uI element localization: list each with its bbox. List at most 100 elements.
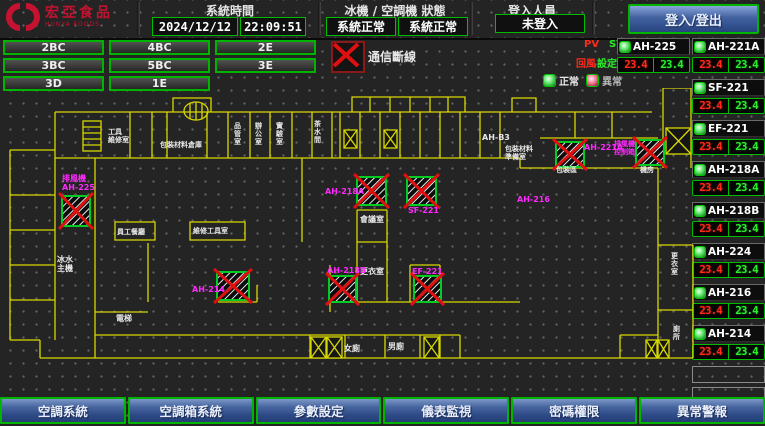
unit-status-lamp-icon [694, 328, 706, 340]
unit-pv-value: 23.4 [693, 140, 729, 154]
unit-button-ah-224[interactable]: AH-224 [692, 243, 765, 260]
floor-button-3bc[interactable]: 3BC [3, 58, 104, 73]
comm-fail-legend-icon [331, 41, 365, 73]
unit-values: 23.423.4 [692, 57, 765, 73]
shaft-x-icon [344, 130, 357, 148]
pv-column-label: PV [584, 39, 599, 50]
login-logout-button[interactable]: 登入/登出 [628, 4, 759, 34]
footer-button-5[interactable]: 密碼權限 [511, 397, 637, 424]
brand-name-en: HUNYA FOODS [45, 22, 113, 28]
shaft-x-icon [424, 337, 439, 358]
unit-sv-value: 23.4 [729, 304, 764, 318]
footer-button-1[interactable]: 空調系統 [0, 397, 126, 424]
comm-fail-marker[interactable] [633, 137, 667, 168]
comm-fail-marker[interactable] [411, 273, 444, 305]
stair-oval-icon [184, 102, 208, 120]
unit-name: AH-225 [633, 41, 676, 53]
unit-values: 23.423.4 [692, 262, 765, 278]
unit-name: AH-216 [708, 287, 751, 299]
comm-fail-marker[interactable] [326, 273, 359, 305]
unit-button-ah-216[interactable]: AH-216 [692, 284, 765, 301]
unit-values: 23.423.4 [692, 180, 765, 196]
normal-lamp-icon [543, 74, 556, 87]
unit-button-ah-218a[interactable]: AH-218A [692, 161, 765, 178]
unit-button-ah-218b[interactable]: AH-218B [692, 202, 765, 219]
unit-name: AH-218A [708, 164, 759, 176]
footer-button-4[interactable]: 儀表監視 [383, 397, 509, 424]
map-equipment-label: 排風機AH-225 [62, 173, 95, 192]
comm-fail-marker[interactable] [404, 174, 439, 208]
floor-button-2e[interactable]: 2E [215, 40, 316, 55]
header-separator [137, 2, 140, 35]
unit-button-ef-221[interactable]: EF-221 [692, 120, 765, 137]
pv-desc-label: 回風 [576, 55, 596, 70]
unit-name: SF-221 [708, 82, 749, 94]
header-separator [318, 2, 321, 35]
unit-status-lamp-icon [694, 205, 706, 217]
hmi-screen: 宏亞食品 HUNYA FOODS 系統時間 2024/12/12 22:09:5… [0, 0, 765, 426]
floor-button-4bc[interactable]: 4BC [109, 40, 210, 55]
unit-sv-value: 23.4 [729, 222, 764, 236]
unit-values: 23.423.4 [692, 303, 765, 319]
empty-unit-slot [692, 366, 765, 383]
abnormal-lamp-icon [586, 74, 599, 87]
unit-sv-value: 23.4 [729, 345, 764, 359]
unit-sv-value: 23.4 [729, 263, 764, 277]
unit-sv-value: 23.4 [729, 181, 764, 195]
unit-pv-value: 23.4 [693, 181, 729, 195]
unit-values: 23.423.4 [617, 57, 690, 73]
unit-slot-first: AH-225 23.423.4 [617, 38, 690, 79]
map-room-label: 冰水主機 [57, 254, 74, 273]
unit-status-lamp-icon [694, 287, 706, 299]
map-room-label: 品管室 [234, 121, 241, 146]
map-equipment-label: AH-214 [192, 285, 225, 294]
map-equipment-label: EF-221 [412, 267, 443, 276]
map-equipment-label: AH-218B [327, 266, 366, 275]
unit-sv-value: 23.4 [729, 140, 764, 154]
footer-button-6[interactable]: 異常警報 [639, 397, 765, 424]
unit-button-ah-225[interactable]: AH-225 [617, 38, 690, 55]
footer-button-2[interactable]: 空調箱系統 [128, 397, 254, 424]
unit-status-lamp-icon [694, 82, 706, 94]
shaft-x-icon [384, 130, 397, 148]
unit-sv-value: 23.4 [729, 58, 764, 72]
map-room-label: 電梯 [116, 313, 132, 323]
system-date-value: 2024/12/12 [152, 17, 238, 36]
unit-status-lamp-icon [694, 41, 706, 53]
hunya-logo-icon [5, 2, 41, 32]
unit-name: AH-214 [708, 328, 751, 340]
unit-pv-value: 23.4 [618, 58, 654, 72]
map-room-label: 機房 [640, 165, 654, 174]
company-logo: 宏亞食品 HUNYA FOODS [5, 2, 113, 32]
brand-name: 宏亞食品 [45, 6, 113, 20]
login-status-value: 未登入 [495, 14, 585, 33]
shaft-x-icon [646, 340, 657, 358]
floor-button-3e[interactable]: 3E [215, 58, 316, 73]
map-equipment-label: AH-216 [517, 195, 550, 204]
map-room-label: 更衣室 [671, 252, 679, 276]
unit-button-ah-214[interactable]: AH-214 [692, 325, 765, 342]
shaft-x-icon [666, 128, 691, 154]
unit-sv-value: 23.4 [729, 99, 764, 113]
chiller-status-value: 系統正常 [326, 17, 396, 36]
unit-button-sf-221[interactable]: SF-221 [692, 79, 765, 96]
unit-pv-value: 23.4 [693, 304, 729, 318]
map-room-label: 辦公室 [255, 121, 262, 146]
unit-status-lamp-icon [694, 246, 706, 258]
shaft-x-icon [327, 337, 342, 358]
unit-pv-value: 23.4 [693, 263, 729, 277]
floor-plan-map: 工具維修室包裝材料倉庫品管室辦公室實驗室茶水間AH-B3包裝材料準備室包裝區機房… [0, 88, 695, 394]
unit-status-lamp-icon [694, 123, 706, 135]
unit-values: 23.423.4 [692, 139, 765, 155]
unit-pv-value: 23.4 [693, 58, 729, 72]
normal-legend: 正常 [543, 73, 579, 88]
map-room-label: 女廁 [344, 343, 360, 353]
map-room-label: 包裝材料準備室 [505, 144, 533, 161]
footer-button-3[interactable]: 參數設定 [256, 397, 382, 424]
comm-fail-marker[interactable] [59, 193, 93, 229]
system-time-value: 22:09:51 [240, 17, 306, 36]
floor-button-5bc[interactable]: 5BC [109, 58, 210, 73]
map-equipment-label: AH-218A [325, 187, 365, 196]
unit-button-ah-221a[interactable]: AH-221A [692, 38, 765, 55]
floor-button-2bc[interactable]: 2BC [3, 40, 104, 55]
